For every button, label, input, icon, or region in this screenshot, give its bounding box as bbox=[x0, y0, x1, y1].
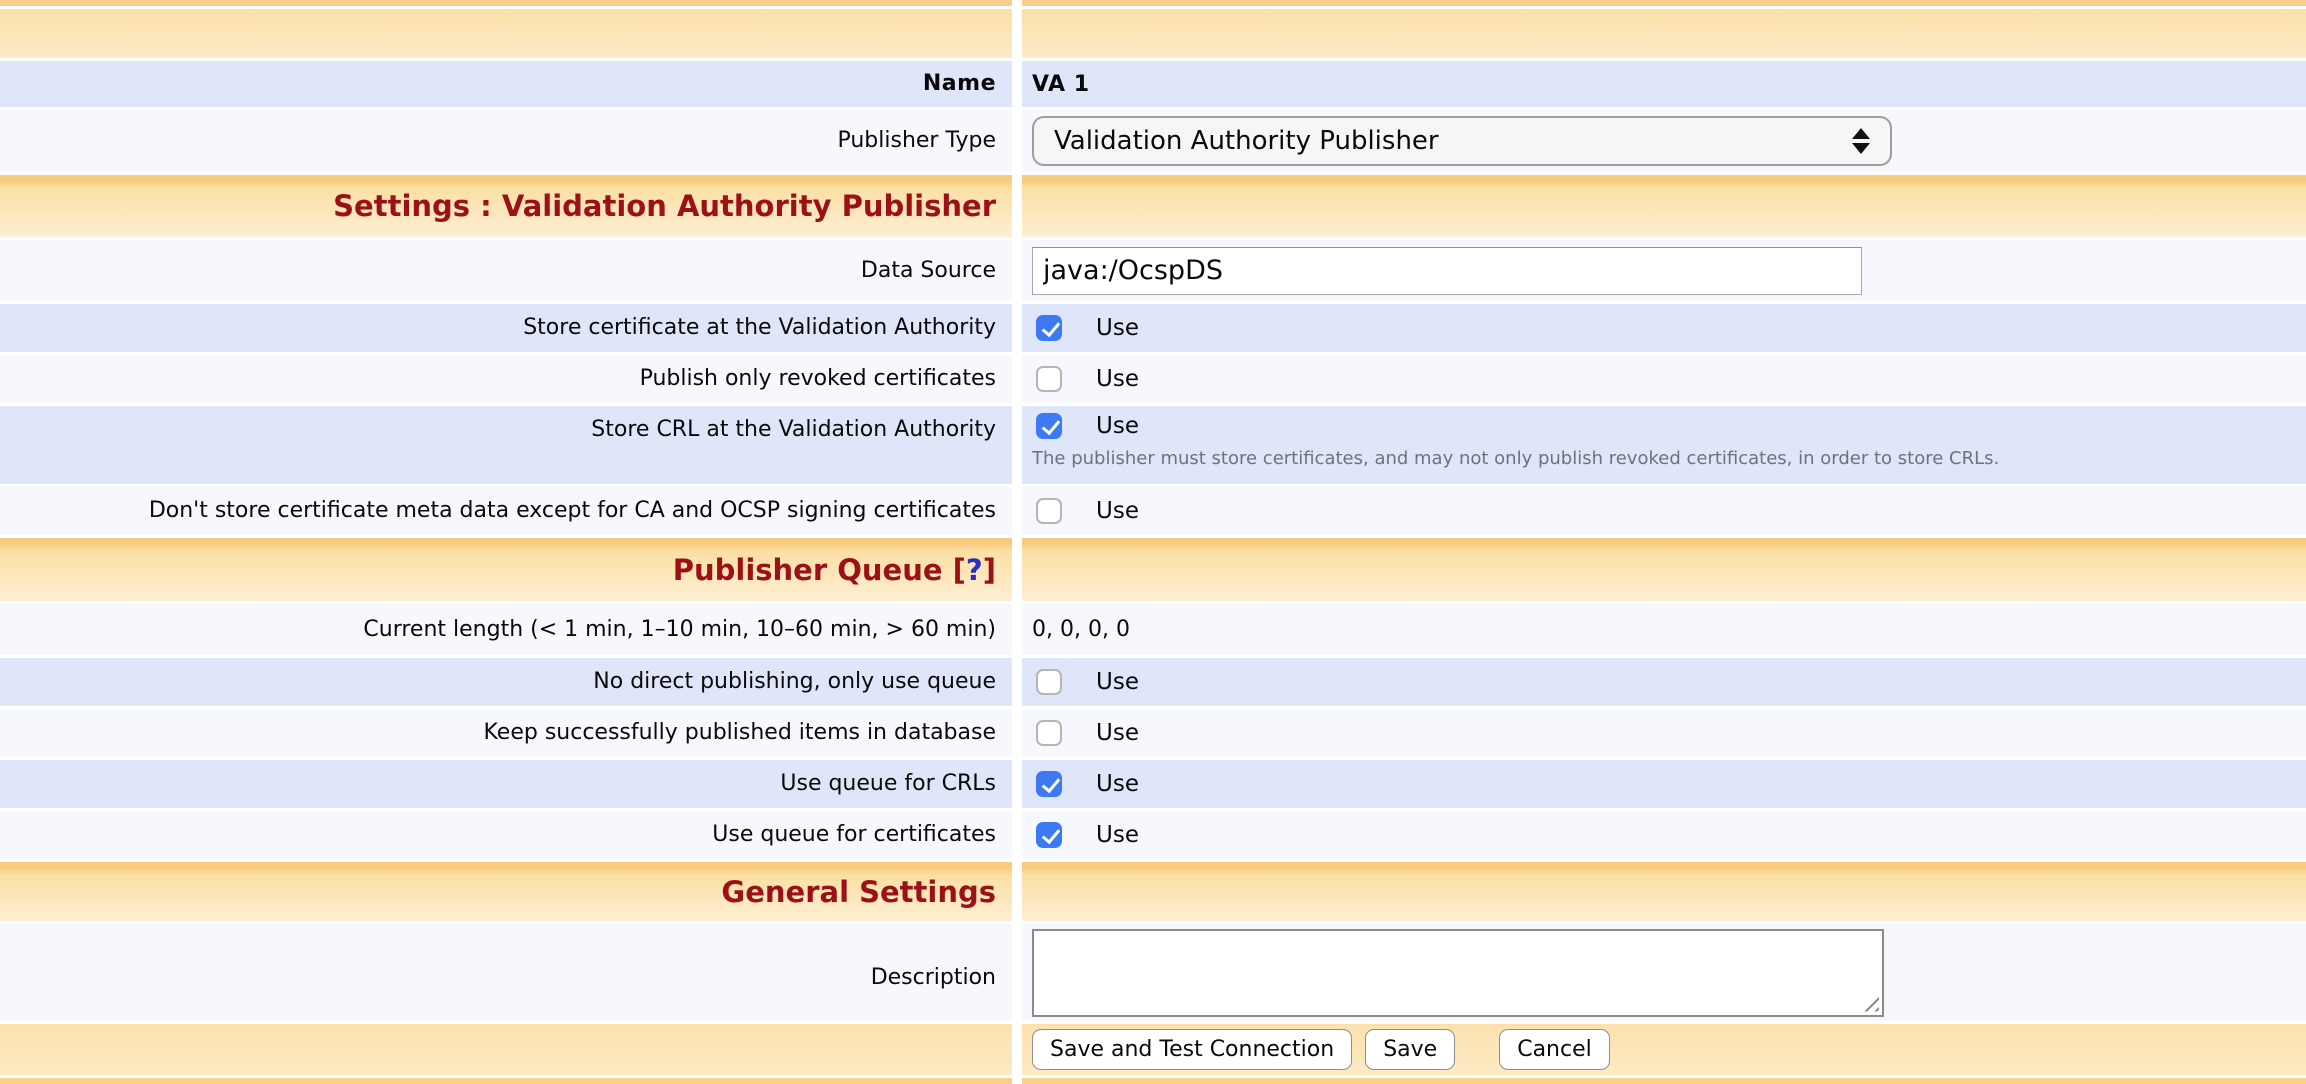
settings-section-title: Settings : Validation Authority Publishe… bbox=[333, 189, 996, 223]
row-buttons: Save and Test Connection Save Cancel bbox=[0, 1024, 2306, 1075]
row-name: Name VA 1 bbox=[0, 61, 2306, 107]
row-queue-for-crls: Use queue for CRLs Use bbox=[0, 760, 2306, 808]
row-no-direct-publishing: No direct publishing, only use queue Use bbox=[0, 658, 2306, 706]
section-border-top bbox=[0, 0, 2306, 6]
queue-for-certificates-checkbox[interactable] bbox=[1036, 822, 1062, 848]
keep-published-label: Keep successfully published items in dat… bbox=[483, 719, 996, 747]
row-current-length: Current length (< 1 min, 1–10 min, 10–60… bbox=[0, 604, 2306, 655]
row-publisher-type: Publisher Type Validation Authority Publ… bbox=[0, 110, 2306, 172]
publisher-type-selected-value: Validation Authority Publisher bbox=[1054, 126, 1439, 156]
queue-for-crls-label: Use queue for CRLs bbox=[780, 770, 996, 798]
publish-only-revoked-checkbox[interactable] bbox=[1036, 366, 1062, 392]
queue-for-certificates-label: Use queue for certificates bbox=[712, 821, 996, 849]
queue-for-crls-checkbox-label: Use bbox=[1096, 771, 1139, 797]
dont-store-meta-checkbox[interactable] bbox=[1036, 498, 1062, 524]
current-length-label: Current length (< 1 min, 1–10 min, 10–60… bbox=[363, 616, 996, 644]
select-spinner-icon bbox=[1852, 128, 1870, 154]
section-queue-header: Publisher Queue [?] bbox=[0, 538, 2306, 601]
publish-only-revoked-label: Publish only revoked certificates bbox=[640, 365, 996, 393]
no-direct-publishing-label: No direct publishing, only use queue bbox=[593, 668, 996, 696]
keep-published-checkbox[interactable] bbox=[1036, 720, 1062, 746]
column-divider bbox=[1012, 0, 1022, 6]
keep-published-checkbox-label: Use bbox=[1096, 720, 1139, 746]
queue-section-title: Publisher Queue [?] bbox=[673, 553, 996, 587]
store-crl-checkbox[interactable] bbox=[1036, 413, 1062, 439]
store-certificate-checkbox[interactable] bbox=[1036, 315, 1062, 341]
row-store-certificate: Store certificate at the Validation Auth… bbox=[0, 304, 2306, 352]
publisher-edit-form: Name VA 1 Publisher Type Validation Auth… bbox=[0, 0, 2306, 1084]
section-border-bottom bbox=[0, 1078, 2306, 1084]
store-crl-note: The publisher must store certificates, a… bbox=[1032, 447, 1999, 470]
section-settings-header: Settings : Validation Authority Publishe… bbox=[0, 175, 2306, 237]
no-direct-publishing-checkbox[interactable] bbox=[1036, 669, 1062, 695]
description-label: Description bbox=[871, 964, 996, 992]
dont-store-meta-label: Don't store certificate meta data except… bbox=[149, 497, 996, 525]
store-crl-checkbox-label: Use bbox=[1096, 413, 1139, 439]
queue-for-crls-checkbox[interactable] bbox=[1036, 771, 1062, 797]
no-direct-publishing-checkbox-label: Use bbox=[1096, 669, 1139, 695]
data-source-input[interactable] bbox=[1032, 247, 1862, 295]
description-textarea[interactable] bbox=[1032, 929, 1884, 1017]
publisher-type-select[interactable]: Validation Authority Publisher bbox=[1032, 116, 1892, 166]
help-link[interactable]: ? bbox=[966, 553, 983, 587]
publisher-type-label: Publisher Type bbox=[837, 127, 996, 155]
data-source-label: Data Source bbox=[861, 257, 996, 285]
row-dont-store-meta: Don't store certificate meta data except… bbox=[0, 487, 2306, 535]
row-publish-only-revoked: Publish only revoked certificates Use bbox=[0, 355, 2306, 403]
dont-store-meta-checkbox-label: Use bbox=[1096, 498, 1139, 524]
row-queue-for-certificates: Use queue for certificates Use bbox=[0, 811, 2306, 859]
section-general-header: General Settings bbox=[0, 862, 2306, 921]
name-label: Name bbox=[923, 70, 996, 98]
row-store-crl: Store CRL at the Validation Authority Us… bbox=[0, 406, 2306, 484]
store-certificate-label: Store certificate at the Validation Auth… bbox=[523, 314, 996, 342]
publish-only-revoked-checkbox-label: Use bbox=[1096, 366, 1139, 392]
store-certificate-checkbox-label: Use bbox=[1096, 315, 1139, 341]
row-data-source: Data Source bbox=[0, 240, 2306, 301]
current-length-value: 0, 0, 0, 0 bbox=[1032, 617, 1130, 642]
section-band-partial bbox=[0, 9, 2306, 58]
save-and-test-button[interactable]: Save and Test Connection bbox=[1032, 1029, 1352, 1070]
cancel-button[interactable]: Cancel bbox=[1499, 1029, 1610, 1070]
general-section-title: General Settings bbox=[721, 875, 996, 909]
resize-handle-icon[interactable] bbox=[1863, 996, 1879, 1012]
save-button[interactable]: Save bbox=[1365, 1029, 1455, 1070]
queue-for-certificates-checkbox-label: Use bbox=[1096, 822, 1139, 848]
name-value: VA 1 bbox=[1032, 72, 1090, 97]
row-description: Description bbox=[0, 924, 2306, 1021]
row-keep-published: Keep successfully published items in dat… bbox=[0, 709, 2306, 757]
store-crl-label: Store CRL at the Validation Authority bbox=[591, 416, 996, 444]
